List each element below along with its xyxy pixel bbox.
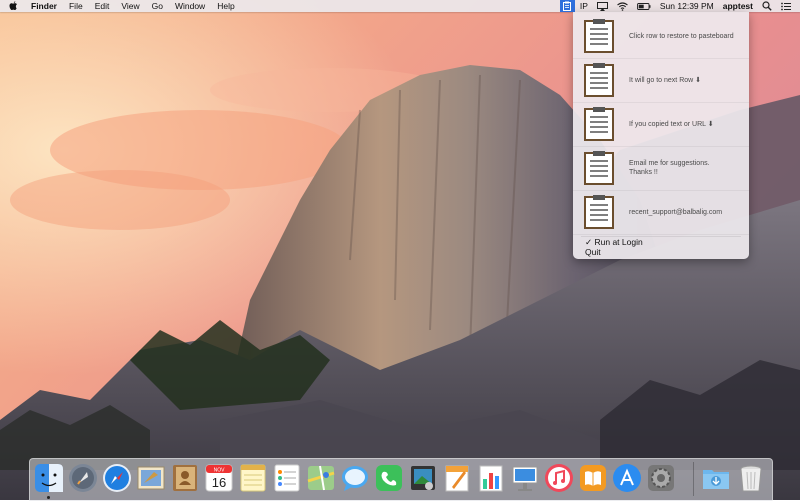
clipboard-row[interactable]: recent_support@balbalig.com	[573, 190, 749, 235]
ibooks-icon[interactable]	[578, 463, 608, 493]
calendar-icon[interactable]: NOV 16	[204, 463, 234, 493]
clipboard-row-text: recent_support@balbalig.com	[629, 208, 723, 216]
clipboard-row-text: If you copied text or URL ⬇	[629, 120, 714, 128]
notification-center-icon[interactable]	[781, 0, 791, 12]
menu-window[interactable]: Window	[175, 0, 205, 12]
finder-icon[interactable]	[34, 463, 64, 493]
clipboard-document-icon	[584, 19, 614, 53]
spotlight-search-icon[interactable]	[762, 0, 772, 12]
maps-icon[interactable]	[306, 463, 336, 493]
menu-file[interactable]: File	[69, 0, 83, 12]
numbers-icon[interactable]	[476, 463, 506, 493]
downloads-folder-icon[interactable]	[701, 463, 731, 493]
notes-icon[interactable]	[238, 463, 268, 493]
mail-icon[interactable]	[136, 463, 166, 493]
messages-icon[interactable]	[340, 463, 370, 493]
running-indicator	[47, 496, 50, 499]
system-preferences-icon[interactable]	[646, 463, 676, 493]
airplay-icon[interactable]	[596, 0, 608, 12]
calendar-day-label: 16	[212, 475, 226, 490]
pages-icon[interactable]	[442, 463, 472, 493]
ip-status-item[interactable]: IP	[580, 0, 588, 12]
photo-booth-icon[interactable]	[408, 463, 438, 493]
clipboard-row[interactable]: It will go to next Row ⬇	[573, 58, 749, 103]
facetime-icon[interactable]	[374, 463, 404, 493]
user-menu[interactable]: apptest	[723, 0, 753, 12]
clipboard-row-text: It will go to next Row ⬇	[629, 76, 702, 84]
clock[interactable]: Sun 12:39 PM	[660, 0, 714, 12]
app-store-icon[interactable]	[612, 463, 642, 493]
trash-icon[interactable]	[736, 463, 766, 493]
itunes-icon[interactable]	[544, 463, 574, 493]
dock-divider	[693, 462, 694, 496]
clipboard-row-text: Email me for suggestions. Thanks !!	[629, 160, 710, 176]
wifi-icon[interactable]	[617, 0, 628, 12]
menu-bar: Finder File Edit View Go Window Help IP …	[0, 0, 800, 12]
calendar-month-label: NOV	[214, 468, 226, 474]
menu-go[interactable]: Go	[152, 0, 163, 12]
clipboard-document-icon	[584, 107, 614, 141]
dock: NOV 16	[29, 458, 773, 501]
contacts-icon[interactable]	[170, 463, 200, 493]
clipboard-document-icon	[584, 63, 614, 97]
menu-help[interactable]: Help	[217, 0, 234, 12]
safari-icon[interactable]	[102, 463, 132, 493]
clipboard-status-icon[interactable]	[559, 0, 575, 12]
clipboard-row-text: Click row to restore to pasteboard	[629, 32, 734, 40]
clipboard-row[interactable]: Email me for suggestions. Thanks !!	[573, 146, 749, 191]
menu-app-name[interactable]: Finder	[31, 0, 57, 12]
clipboard-document-icon	[584, 151, 614, 185]
clipboard-row[interactable]: Click row to restore to pasteboard	[573, 14, 749, 59]
quit-menu-item[interactable]: Quit	[585, 247, 601, 257]
reminders-icon[interactable]	[272, 463, 302, 493]
launchpad-icon[interactable]	[68, 463, 98, 493]
clipboard-row[interactable]: If you copied text or URL ⬇	[573, 102, 749, 147]
apple-menu-icon[interactable]	[9, 1, 21, 11]
clipboard-document-icon	[584, 195, 614, 229]
run-at-login-menu-item[interactable]: ✓ Run at Login	[585, 237, 643, 247]
keynote-icon[interactable]	[510, 463, 540, 493]
menu-edit[interactable]: Edit	[95, 0, 110, 12]
menu-view[interactable]: View	[121, 0, 139, 12]
clipboard-dropdown-menu: Click row to restore to pasteboard It wi…	[573, 12, 749, 259]
battery-icon[interactable]	[636, 0, 651, 12]
